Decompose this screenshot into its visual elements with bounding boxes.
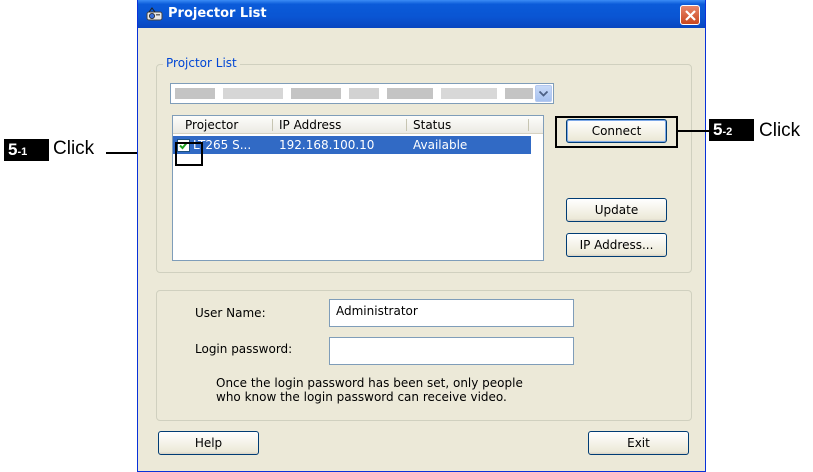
close-button[interactable] — [680, 5, 700, 25]
column-status[interactable]: Status — [413, 118, 451, 132]
user-name-field[interactable]: Administrator — [329, 299, 574, 327]
step-badge-5-2: 5-2 — [709, 119, 754, 141]
column-ip-address[interactable]: IP Address — [279, 118, 341, 132]
ip-address-button[interactable]: IP Address... — [566, 233, 667, 257]
projector-icon — [146, 6, 164, 22]
cell-status: Available — [413, 138, 468, 152]
masked-text — [175, 88, 215, 99]
login-note: Once the login password has been set, on… — [216, 376, 596, 404]
list-header: Projector IP Address Status — [173, 116, 543, 134]
masked-text — [505, 88, 533, 99]
step-badge-5-1: 5-1 — [4, 139, 49, 161]
chevron-down-icon — [539, 91, 548, 97]
masked-text — [223, 88, 283, 99]
window-title: Projector List — [168, 6, 267, 21]
projector-listview[interactable]: Projector IP Address Status LT265 S... 1… — [172, 115, 544, 261]
login-password-field[interactable] — [329, 337, 574, 365]
note-line-1: Once the login password has been set, on… — [216, 376, 523, 390]
user-name-label: User Name: — [195, 306, 266, 320]
dropdown-button[interactable] — [535, 85, 552, 102]
login-password-label: Login password: — [195, 342, 293, 356]
exit-button[interactable]: Exit — [588, 431, 689, 455]
projector-list-window: Projector List Projctor List Projector I… — [137, 0, 706, 472]
badge-sub: -2 — [722, 126, 733, 138]
cell-ip-address: 192.168.100.10 — [279, 138, 375, 152]
column-divider[interactable] — [528, 119, 529, 131]
callout-box-checkbox — [175, 142, 203, 166]
click-label-left: Click — [53, 138, 95, 159]
column-projector[interactable]: Projector — [185, 118, 238, 132]
masked-text — [291, 88, 341, 99]
masked-text — [441, 88, 497, 99]
projector-list-legend: Projctor List — [163, 56, 240, 70]
column-divider[interactable] — [406, 119, 407, 131]
column-divider[interactable] — [272, 119, 273, 131]
title-bar[interactable]: Projector List — [138, 0, 705, 28]
masked-text — [387, 88, 433, 99]
table-row[interactable]: LT265 S... 192.168.100.10 Available — [173, 136, 531, 154]
callout-line-right — [678, 130, 709, 132]
note-line-2: who know the login password can receive … — [216, 390, 507, 404]
close-icon — [685, 10, 696, 21]
click-label-right: Click — [759, 120, 801, 141]
help-button[interactable]: Help — [158, 431, 259, 455]
masked-text — [349, 88, 379, 99]
callout-box-connect — [555, 116, 678, 148]
update-button[interactable]: Update — [566, 198, 667, 222]
network-select[interactable] — [170, 83, 554, 104]
badge-sub: -1 — [17, 146, 28, 158]
